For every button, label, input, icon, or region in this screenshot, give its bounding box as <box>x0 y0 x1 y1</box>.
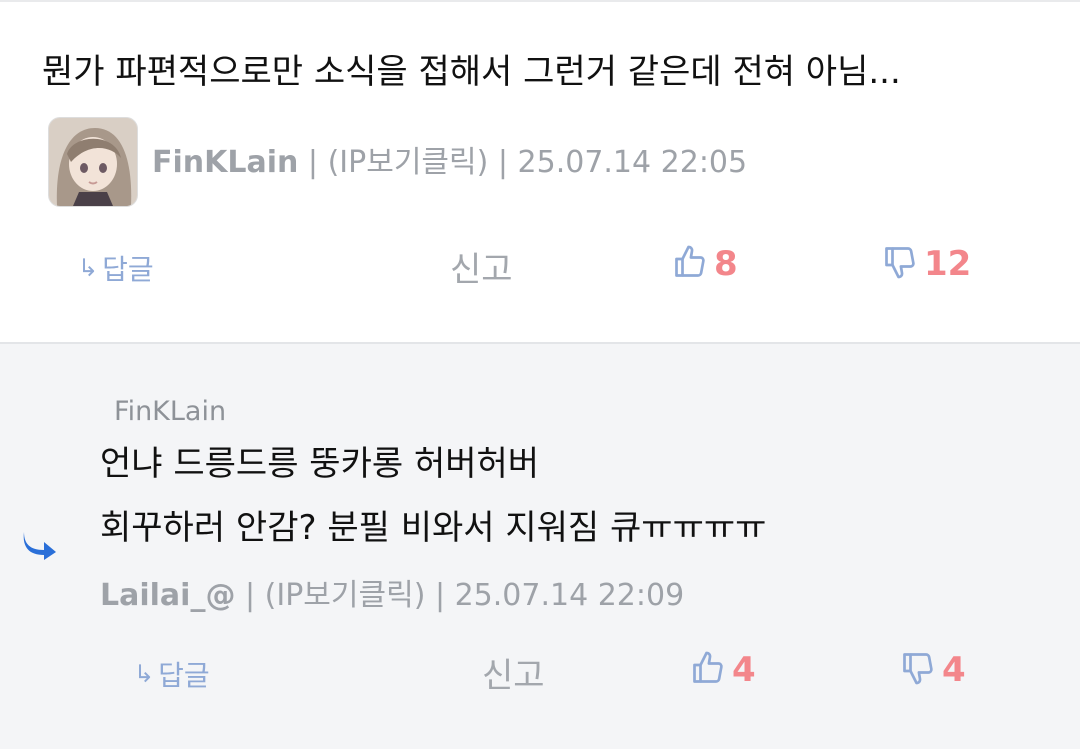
meta-separator: | <box>235 578 265 613</box>
comment-thread: 뭔가 파편적으로만 소식을 접해서 그런거 같은데 전혀 아님... FinKL… <box>0 0 1080 749</box>
thumbs-down-icon <box>900 650 936 690</box>
meta-separator: | <box>488 145 518 180</box>
nested-reply-arrow-icon <box>20 530 58 560</box>
reply-button[interactable]: ↳ 답글 <box>134 654 210 694</box>
reply-actions: ↳ 답글 신고 4 4 <box>0 646 1080 696</box>
report-button[interactable]: 신고 <box>450 242 513 291</box>
reply-label: 답글 <box>158 659 210 692</box>
comment-text: 뭔가 파편적으로만 소식을 접해서 그런거 같은데 전혀 아님... <box>42 52 901 92</box>
dislike-button[interactable]: 12 <box>882 244 971 284</box>
author-name[interactable]: FinKLain <box>152 145 298 180</box>
like-button[interactable]: 8 <box>672 244 738 284</box>
author-name[interactable]: Lailai_@ <box>100 578 235 613</box>
meta-separator: | <box>298 145 328 180</box>
reply-button[interactable]: ↳ 답글 <box>78 248 154 288</box>
reply-text-line: 회꾸하러 안감? 분필 비와서 지워짐 큐ㅠㅠㅠㅠ <box>100 508 767 548</box>
ip-view-link[interactable]: (IP보기클릭) <box>265 578 426 613</box>
comment-actions: ↳ 답글 신고 8 12 <box>0 240 1080 290</box>
like-count: 4 <box>732 650 756 690</box>
like-count: 8 <box>714 244 738 284</box>
avatar[interactable] <box>48 117 138 207</box>
ip-view-link[interactable]: (IP보기클릭) <box>328 145 489 180</box>
like-button[interactable]: 4 <box>690 650 756 690</box>
top-divider <box>0 0 1080 2</box>
reply-text-line: 언냐 드릉드릉 뚱카롱 허버허버 <box>100 444 540 484</box>
reply-to-author: FinKLain <box>114 396 227 427</box>
comment-datetime: 25.07.14 22:09 <box>454 578 685 613</box>
dislike-count: 4 <box>942 650 966 690</box>
thumbs-up-icon <box>672 244 708 284</box>
reply-arrow-icon: ↳ <box>78 254 99 282</box>
report-button[interactable]: 신고 <box>482 648 545 697</box>
dislike-button[interactable]: 4 <box>900 650 966 690</box>
main-comment: 뭔가 파편적으로만 소식을 접해서 그런거 같은데 전혀 아님... FinKL… <box>0 0 1080 342</box>
dislike-count: 12 <box>924 244 972 284</box>
reply-arrow-icon: ↳ <box>134 660 155 688</box>
reply-meta: Lailai_@ | (IP보기클릭) | 25.07.14 22:09 <box>100 576 684 616</box>
reply-label: 답글 <box>102 253 154 286</box>
comment-meta: FinKLain | (IP보기클릭) | 25.07.14 22:05 <box>152 143 747 183</box>
thumbs-down-icon <box>882 244 918 284</box>
thumbs-up-icon <box>690 650 726 690</box>
comment-datetime: 25.07.14 22:05 <box>517 145 748 180</box>
meta-separator: | <box>425 578 455 613</box>
